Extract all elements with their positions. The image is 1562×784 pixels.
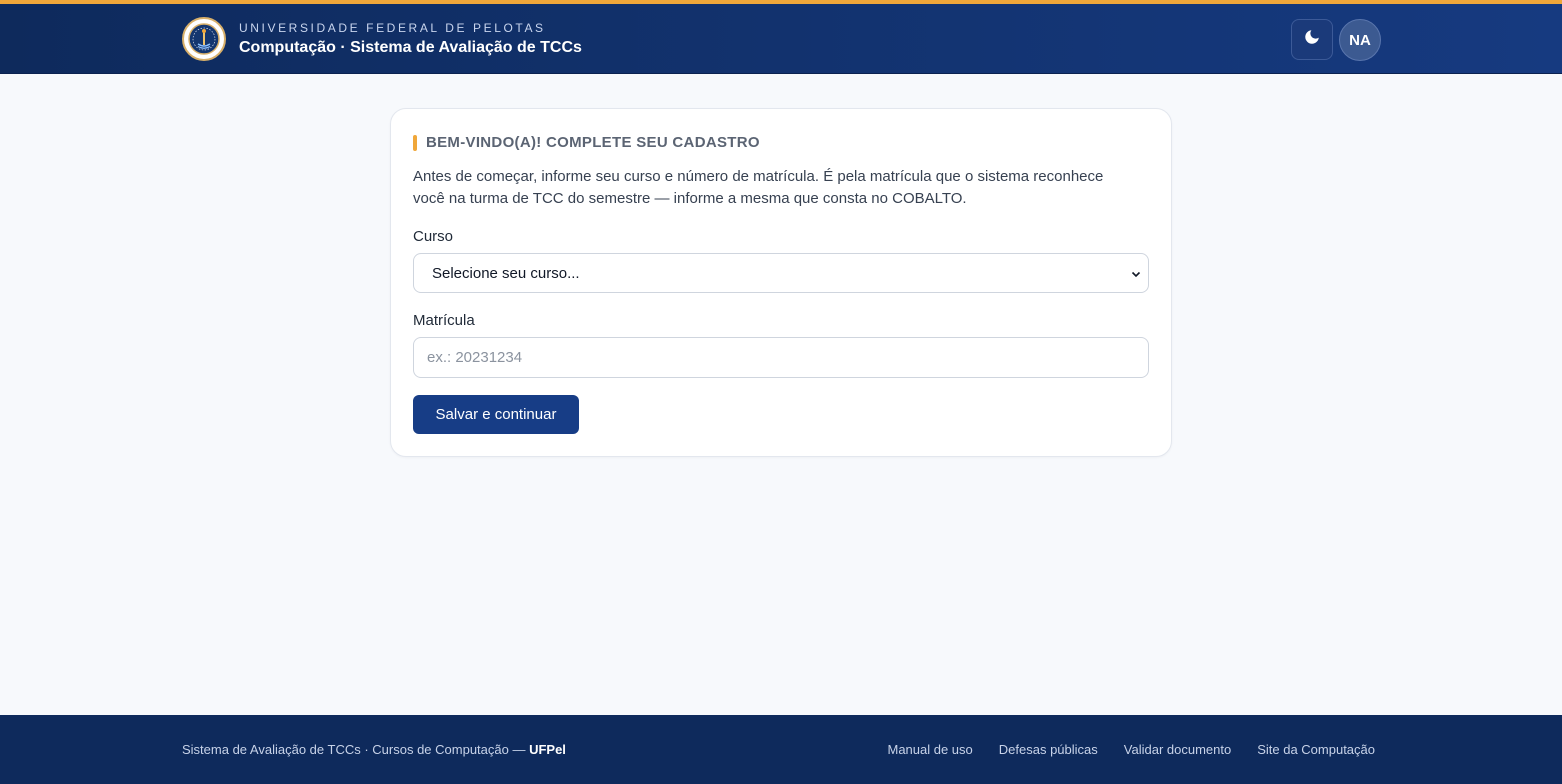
footer: Sistema de Avaliação de TCCs · Cursos de… <box>0 715 1562 784</box>
curso-select-value: Selecione seu curso... <box>432 264 580 282</box>
footer-link-defesas[interactable]: Defesas públicas <box>999 742 1098 757</box>
university-seal-logo <box>182 17 226 61</box>
moon-icon <box>1303 28 1321 51</box>
intro-text: Antes de começar, informe seu curso e nú… <box>413 168 1104 207</box>
card-title: BEM-VINDO(A)! COMPLETE SEU CADASTRO <box>426 134 760 151</box>
matricula-input[interactable] <box>413 337 1149 378</box>
registration-card: BEM-VINDO(A)! COMPLETE SEU CADASTRO Ante… <box>390 108 1172 457</box>
footer-link-manual[interactable]: Manual de uso <box>887 742 972 757</box>
theme-toggle-button[interactable] <box>1291 19 1333 60</box>
footer-link-validar[interactable]: Validar documento <box>1124 742 1231 757</box>
brand[interactable]: UNIVERSIDADE FEDERAL DE PELOTAS Computaç… <box>182 17 582 61</box>
curso-select[interactable]: Selecione seu curso... <box>413 253 1149 293</box>
user-avatar[interactable]: NA <box>1339 19 1381 61</box>
curso-label: Curso <box>413 228 454 245</box>
footer-credit: Sistema de Avaliação de TCCs · Cursos de… <box>182 742 566 757</box>
top-header: UNIVERSIDADE FEDERAL DE PELOTAS Computaç… <box>0 0 1562 74</box>
system-title: Computação · Sistema de Avaliação de TCC… <box>239 38 582 56</box>
footer-ufpel: UFPel <box>529 742 566 757</box>
heading-accent-bar <box>413 134 417 151</box>
footer-links: Manual de uso Defesas públicas Validar d… <box>887 742 1375 757</box>
card-heading: BEM-VINDO(A)! COMPLETE SEU CADASTRO <box>413 134 760 151</box>
institution-name: UNIVERSIDADE FEDERAL DE PELOTAS <box>239 20 546 35</box>
footer-link-site[interactable]: Site da Computação <box>1257 742 1375 757</box>
chevron-down-icon <box>1130 267 1142 284</box>
matricula-label: Matrícula <box>413 312 475 329</box>
save-continue-button[interactable]: Salvar e continuar <box>413 395 579 434</box>
